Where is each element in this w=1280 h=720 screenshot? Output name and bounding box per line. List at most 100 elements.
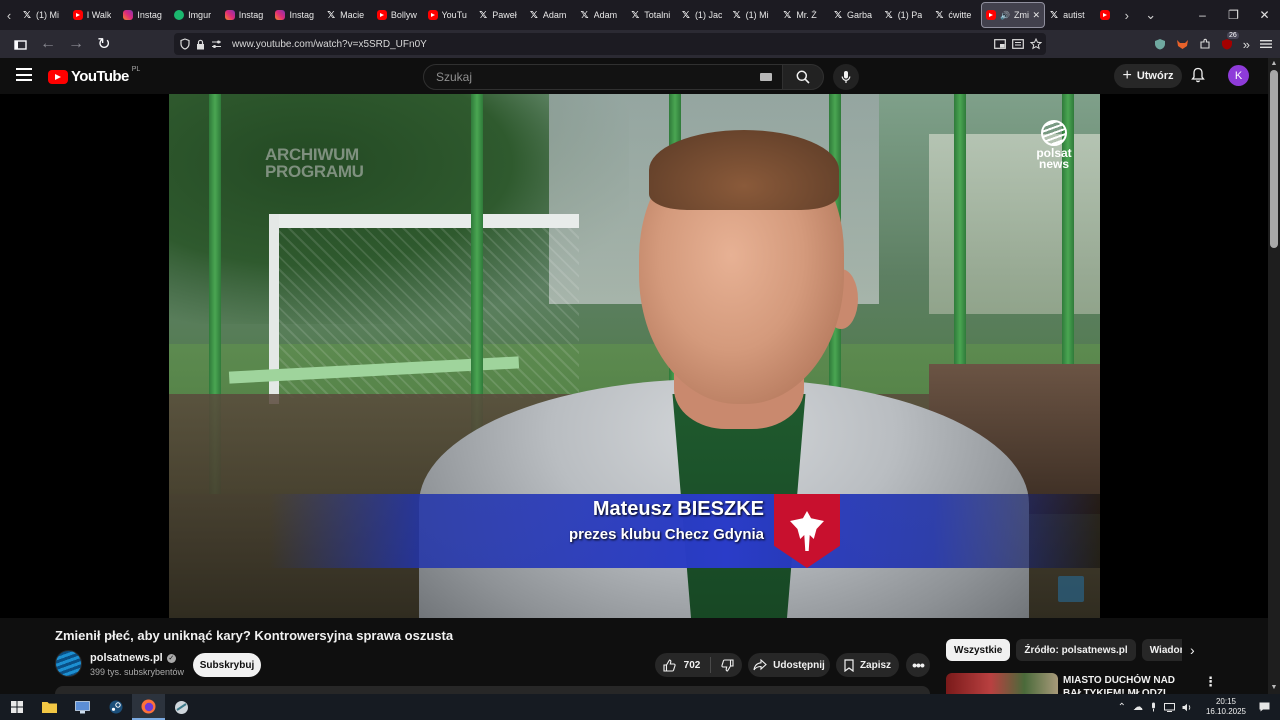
recommendation-title[interactable]: MIASTO DUCHÓW NAD BAŁTYKIEM! MŁODZI STĄD bbox=[1063, 674, 1193, 695]
archive-watermark: ARCHIWUM PROGRAMU bbox=[265, 145, 364, 181]
browser-tab[interactable]: 𝕏 (1) Jac bbox=[677, 2, 728, 28]
scroll-up-icon[interactable]: ▲ bbox=[1270, 60, 1278, 68]
filter-chip[interactable]: Źródło: polsatnews.pl bbox=[1016, 639, 1136, 661]
fox-extension-icon[interactable] bbox=[1176, 38, 1189, 50]
url-text[interactable]: www.youtube.com/watch?v=x5SRD_UFn0Y bbox=[232, 39, 427, 50]
like-button[interactable]: 702 bbox=[663, 657, 712, 673]
notifications-bell-icon[interactable] bbox=[1191, 67, 1205, 83]
browser-tab[interactable]: Imgur bbox=[170, 2, 221, 28]
channel-avatar[interactable] bbox=[55, 650, 82, 677]
restore-icon[interactable]: ❐ bbox=[1218, 0, 1249, 30]
browser-tab[interactable]: 𝕏 (1) Mi bbox=[18, 2, 69, 28]
tracking-protection-icon[interactable] bbox=[180, 38, 190, 50]
app-menu-icon[interactable] bbox=[1260, 39, 1272, 49]
forward-icon[interactable]: → bbox=[64, 32, 88, 56]
volume-icon[interactable] bbox=[1182, 703, 1193, 712]
browser-tab[interactable]: Instag bbox=[271, 2, 322, 28]
channel-watermark-icon[interactable] bbox=[1058, 576, 1084, 602]
channel-name-link[interactable]: polsatnews.pl ✓ bbox=[90, 652, 176, 664]
share-button[interactable]: Udostępnij bbox=[748, 653, 830, 677]
browser-tab[interactable]: 𝕏 Mr. Ż bbox=[778, 2, 829, 28]
taskbar-clock[interactable]: 20:15 16.10.2025 bbox=[1206, 697, 1246, 717]
microphone-tray-icon[interactable] bbox=[1150, 702, 1157, 712]
browser-tab[interactable]: 𝕏 Adam bbox=[525, 2, 576, 28]
clock-time: 20:15 bbox=[1215, 697, 1236, 706]
description-box[interactable] bbox=[55, 686, 930, 694]
guide-menu-icon[interactable] bbox=[16, 68, 32, 85]
picture-in-picture-icon[interactable] bbox=[994, 39, 1006, 49]
extensions-puzzle-icon[interactable] bbox=[1199, 38, 1211, 50]
youtube-icon bbox=[986, 10, 997, 20]
sidebar-toggle-icon[interactable] bbox=[8, 32, 32, 56]
thumbs-down-icon bbox=[721, 658, 734, 672]
browser-tab[interactable]: Instag bbox=[221, 2, 272, 28]
browser-tab[interactable]: YouTu bbox=[424, 2, 475, 28]
browser-tab[interactable]: 𝕏 (1) Pa bbox=[880, 2, 931, 28]
lock-icon[interactable] bbox=[196, 39, 205, 50]
minimize-icon[interactable]: – bbox=[1187, 0, 1218, 30]
address-bar[interactable]: www.youtube.com/watch?v=x5SRD_UFn0Y bbox=[174, 33, 1046, 55]
youtube-logo[interactable]: YouTube PL bbox=[48, 66, 140, 85]
network-icon[interactable] bbox=[1163, 702, 1175, 712]
video-frame[interactable]: ARCHIWUM PROGRAMU polsat news Mateusz BI… bbox=[169, 94, 1100, 618]
filter-chip[interactable]: Wiadomości bbox=[1141, 639, 1182, 661]
browser-tab[interactable]: 𝕏 Garba bbox=[829, 2, 880, 28]
browser-tab[interactable]: I Walk bbox=[69, 2, 120, 28]
shield-extension-icon[interactable] bbox=[1154, 38, 1166, 50]
close-window-icon[interactable]: ✕ bbox=[1249, 0, 1280, 30]
video-player[interactable]: ARCHIWUM PROGRAMU polsat news Mateusz BI… bbox=[0, 94, 1268, 618]
browser-tab[interactable]: 𝕏autist bbox=[1045, 2, 1096, 28]
account-avatar[interactable]: K bbox=[1228, 65, 1249, 86]
search-button[interactable] bbox=[782, 64, 824, 90]
onedrive-icon[interactable]: ☁ bbox=[1133, 702, 1143, 713]
browser-tab[interactable]: 𝕏 Totalni bbox=[626, 2, 677, 28]
start-button[interactable] bbox=[0, 694, 33, 720]
browser-tab[interactable]: 𝕏 Paweł bbox=[474, 2, 525, 28]
notifications-icon[interactable] bbox=[1259, 702, 1270, 712]
reload-icon[interactable]: ↻ bbox=[92, 32, 116, 56]
recommendation-thumbnail[interactable] bbox=[946, 673, 1058, 695]
tab-title: Totalni bbox=[644, 10, 671, 20]
ublock-extension-icon[interactable]: 26 bbox=[1221, 32, 1239, 50]
voice-search-button[interactable] bbox=[833, 64, 859, 90]
filter-chip[interactable]: Wszystkie bbox=[946, 639, 1011, 661]
reader-view-icon[interactable] bbox=[1012, 39, 1024, 49]
tab-active[interactable]: 🔊 Zmi ✕ bbox=[981, 2, 1046, 28]
browser-tab[interactable]: Bollyw bbox=[373, 2, 424, 28]
imgur-icon bbox=[174, 10, 185, 20]
chips-next-icon[interactable]: › bbox=[1190, 642, 1195, 658]
browser-tab[interactable]: Instag bbox=[119, 2, 170, 28]
scrollbar-thumb[interactable] bbox=[1270, 70, 1278, 248]
close-tab-icon[interactable]: ✕ bbox=[1033, 10, 1041, 21]
browser-tab[interactable]: 𝕏 (1) Mi bbox=[728, 2, 779, 28]
permissions-icon[interactable] bbox=[211, 40, 222, 49]
scroll-down-icon[interactable]: ▼ bbox=[1270, 684, 1278, 692]
app-taskbar-icon[interactable] bbox=[165, 694, 198, 720]
more-tools-icon[interactable]: » bbox=[1243, 37, 1250, 52]
bookmark-star-icon[interactable] bbox=[1030, 38, 1042, 50]
scroll-tabs-left-icon[interactable]: ‹ bbox=[0, 0, 18, 30]
browser-tab[interactable] bbox=[1096, 2, 1114, 28]
scroll-tabs-right-icon[interactable]: › bbox=[1118, 0, 1136, 30]
dislike-button[interactable] bbox=[717, 658, 734, 672]
keyboard-icon[interactable] bbox=[760, 73, 772, 81]
show-hidden-icons-icon[interactable]: ⌃ bbox=[1118, 702, 1126, 713]
more-actions-button[interactable]: ••• bbox=[906, 653, 930, 677]
list-all-tabs-icon[interactable]: ⌄ bbox=[1142, 0, 1160, 30]
browser-tab[interactable]: 𝕏ćwitte bbox=[930, 2, 981, 28]
interviewee-hair bbox=[649, 130, 839, 210]
recommendation-menu-icon[interactable]: ⋮ bbox=[1204, 674, 1217, 690]
browser-tab[interactable]: 𝕏 Adam bbox=[576, 2, 627, 28]
back-icon[interactable]: ← bbox=[36, 32, 60, 56]
speaker-icon[interactable]: 🔊 bbox=[1000, 11, 1010, 20]
steam-taskbar-icon[interactable] bbox=[99, 694, 132, 720]
save-button[interactable]: Zapisz bbox=[836, 653, 899, 677]
file-explorer-taskbar-icon[interactable] bbox=[33, 694, 66, 720]
tab-title: Mr. Ż bbox=[796, 10, 817, 20]
browser-tab[interactable]: 𝕏 Macie bbox=[322, 2, 373, 28]
subscribe-button[interactable]: Subskrybuj bbox=[193, 653, 261, 677]
search-input[interactable] bbox=[434, 69, 754, 85]
computer-taskbar-icon[interactable] bbox=[66, 694, 99, 720]
create-button[interactable]: + Utwórz bbox=[1114, 64, 1182, 88]
firefox-taskbar-icon[interactable] bbox=[132, 694, 165, 720]
